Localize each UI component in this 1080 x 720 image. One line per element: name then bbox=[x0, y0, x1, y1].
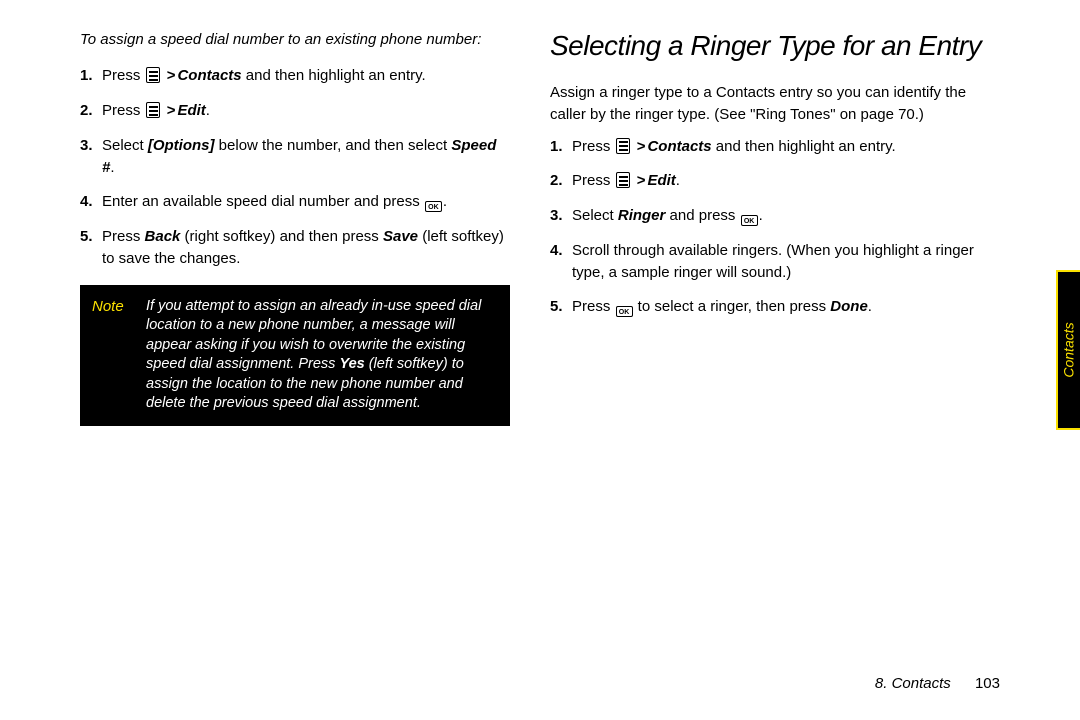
menu-icon bbox=[146, 67, 160, 83]
step-2: Press >Edit. bbox=[80, 100, 510, 122]
step-4: Scroll through available ringers. (When … bbox=[550, 240, 990, 284]
ok-icon bbox=[616, 306, 633, 317]
note-text: If you attempt to assign an already in-u… bbox=[146, 297, 498, 414]
note-label: Note bbox=[92, 297, 134, 315]
ok-icon bbox=[425, 201, 442, 212]
step-1: Press >Contacts and then highlight an en… bbox=[550, 136, 990, 158]
ringer-body: Assign a ringer type to a Contacts entry… bbox=[550, 82, 990, 126]
ringer-heading: Selecting a Ringer Type for an Entry bbox=[550, 30, 990, 62]
side-tab-label: Contacts bbox=[1061, 322, 1077, 377]
gt-icon: > bbox=[167, 102, 176, 119]
page-number: 103 bbox=[975, 675, 1000, 692]
speed-dial-intro: To assign a speed dial number to an exis… bbox=[80, 30, 510, 50]
speed-dial-steps: Press >Contacts and then highlight an en… bbox=[80, 65, 510, 269]
step-5: Press to select a ringer, then press Don… bbox=[550, 296, 990, 318]
gt-icon: > bbox=[637, 138, 646, 155]
ringer-steps: Press >Contacts and then highlight an en… bbox=[550, 136, 990, 319]
footer: 8. Contacts 103 bbox=[875, 675, 1000, 692]
menu-icon bbox=[146, 102, 160, 118]
gt-icon: > bbox=[637, 172, 646, 189]
gt-icon: > bbox=[167, 67, 176, 84]
menu-icon bbox=[616, 138, 630, 154]
left-column: To assign a speed dial number to an exis… bbox=[80, 30, 510, 426]
menu-icon bbox=[616, 172, 630, 188]
step-1: Press >Contacts and then highlight an en… bbox=[80, 65, 510, 87]
step-5: Press Back (right softkey) and then pres… bbox=[80, 226, 510, 270]
note-box: Note If you attempt to assign an already… bbox=[80, 285, 510, 426]
right-column: Selecting a Ringer Type for an Entry Ass… bbox=[550, 30, 990, 426]
step-3: Select [Options] below the number, and t… bbox=[80, 135, 510, 179]
step-2: Press >Edit. bbox=[550, 170, 990, 192]
step-4: Enter an available speed dial number and… bbox=[80, 191, 510, 213]
step-3: Select Ringer and press . bbox=[550, 205, 990, 227]
side-tab: Contacts bbox=[1056, 270, 1080, 430]
page-content: To assign a speed dial number to an exis… bbox=[0, 0, 1080, 456]
ok-icon bbox=[741, 215, 758, 226]
footer-chapter: 8. Contacts bbox=[875, 675, 951, 692]
